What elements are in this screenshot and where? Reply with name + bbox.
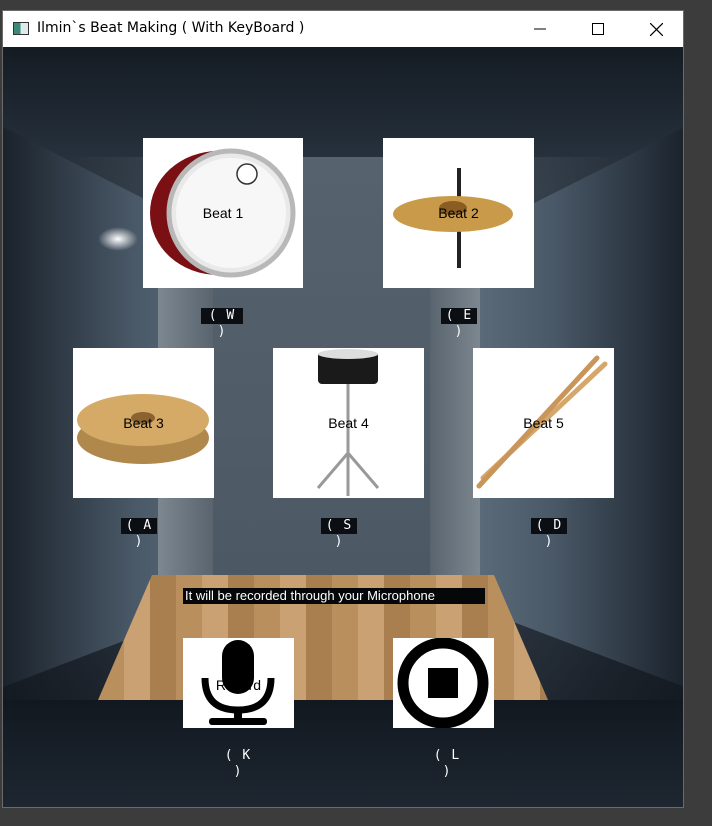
- window-title: Ilmin`s Beat Making ( With KeyBoard ): [37, 20, 305, 36]
- beat-5-key-hint: ( D ): [531, 518, 567, 549]
- beat-1-pad[interactable]: Beat 1: [143, 138, 303, 288]
- app-window: Ilmin`s Beat Making ( With KeyBoard ) Be…: [2, 10, 684, 808]
- maximize-button[interactable]: [569, 11, 627, 47]
- desktop-edge: [684, 10, 712, 826]
- beat-1-key-hint: ( W ): [201, 308, 243, 339]
- beat-5-pad[interactable]: Beat 5: [473, 348, 614, 498]
- record-label: Record: [215, 677, 262, 693]
- ceiling-light-icon: [98, 227, 138, 251]
- beat-3-label: Beat 3: [123, 415, 164, 431]
- beat-2-key-hint: ( E ): [441, 308, 477, 339]
- beat-2-pad[interactable]: Beat 2: [383, 138, 534, 288]
- record-key-hint: ( K ): [224, 748, 252, 779]
- beat-5-label: Beat 5: [523, 415, 564, 431]
- beat-4-pad[interactable]: Beat 4: [273, 348, 424, 498]
- beat-3-key-hint: ( A ): [121, 518, 157, 549]
- beat-4-key-hint: ( S ): [321, 518, 357, 549]
- beat-4-label: Beat 4: [328, 415, 369, 431]
- stop-icon: [397, 638, 489, 728]
- beat-3-pad[interactable]: Beat 3: [73, 348, 214, 498]
- beat-1-label: Beat 1: [202, 205, 244, 221]
- minimize-button[interactable]: [511, 11, 569, 47]
- maximize-icon: [592, 23, 604, 35]
- title-bar: Ilmin`s Beat Making ( With KeyBoard ): [3, 11, 683, 47]
- record-button[interactable]: Record: [183, 638, 294, 728]
- close-button[interactable]: [627, 11, 683, 47]
- close-icon: [649, 22, 663, 36]
- ceiling: [3, 47, 683, 157]
- beat-2-label: Beat 2: [438, 205, 479, 221]
- stop-button[interactable]: [393, 638, 494, 728]
- minimize-icon: [534, 28, 546, 30]
- microphone-notice: It will be recorded through your Microph…: [183, 588, 485, 604]
- app-icon: [13, 22, 29, 35]
- bottom-band: [3, 700, 683, 807]
- stop-key-hint: ( L ): [433, 748, 461, 779]
